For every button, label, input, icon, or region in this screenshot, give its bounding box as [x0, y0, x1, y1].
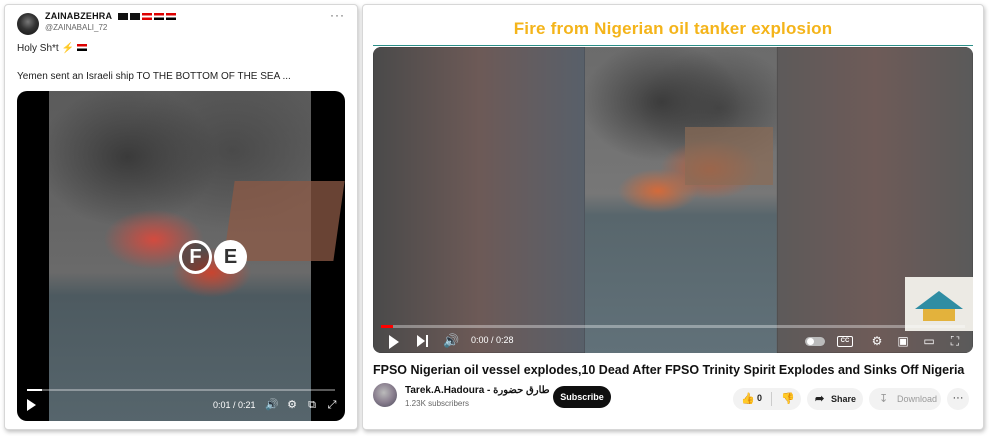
flag-icon [153, 13, 164, 21]
miniplayer-icon[interactable]: ▣ [895, 333, 911, 349]
divider [373, 45, 973, 46]
more-actions-icon[interactable]: ··· [947, 388, 969, 410]
download-icon: ↧ [879, 393, 889, 405]
user-handle[interactable]: @ZAINABALI_72 [45, 23, 107, 32]
share-label: Share [831, 394, 857, 404]
blurred-background-left [373, 47, 585, 353]
download-label: Download [897, 394, 938, 404]
settings-gear-icon[interactable]: ⚙ [869, 333, 885, 349]
channel-avatar[interactable] [373, 383, 397, 407]
channel-watermark-logo[interactable] [905, 277, 973, 331]
share-icon: ➦ [815, 393, 825, 405]
video-progress-bar[interactable] [381, 325, 965, 328]
subscribe-button[interactable]: Subscribe [553, 386, 611, 408]
fullscreen-icon[interactable]: ⤢ [325, 398, 339, 412]
fe-logo-e: E [214, 240, 247, 274]
theater-mode-icon[interactable]: ▭ [921, 333, 937, 349]
tweet-card: ZAINABZEHRA @ZAINABALI_72 ··· Holy Sh*t … [4, 4, 358, 430]
more-horizontal-icon[interactable]: ··· [330, 8, 345, 22]
play-icon[interactable] [27, 399, 36, 411]
flag-emojis [117, 13, 176, 21]
flag-icon [141, 13, 152, 21]
next-icon-bar [426, 335, 428, 347]
play-icon[interactable] [389, 335, 399, 349]
channel-name[interactable]: Tarek.A.Hadoura - طارق حضورة [405, 385, 550, 396]
video-time: 0:01 / 0:21 [213, 400, 256, 410]
burning-vessel [685, 127, 773, 185]
divider [771, 392, 772, 406]
video-time: 0:00 / 0:28 [471, 335, 514, 345]
overlay-title: Fire from Nigerian oil tanker explosion [513, 19, 833, 38]
tweet-text-line1: Holy Sh*t ⚡ [17, 43, 87, 54]
display-name[interactable]: ZAINABZEHRA [45, 11, 176, 21]
fe-logo-f: F [179, 240, 212, 274]
autoplay-toggle-icon[interactable] [805, 337, 825, 346]
video-frame [585, 47, 777, 353]
captions-icon[interactable]: CC [837, 336, 853, 347]
share-button[interactable]: ➦ Share [807, 388, 863, 410]
video-progress-fill [381, 325, 393, 328]
lightning-icon: ⚡ [61, 43, 74, 54]
thumbs-up-icon[interactable]: 👍 [741, 392, 755, 405]
video-progress-bar[interactable] [27, 389, 335, 391]
subscriber-count: 1.23K subscribers [405, 399, 470, 408]
download-button[interactable]: ↧ Download [869, 388, 941, 410]
fe-logo: F E [179, 237, 247, 277]
tweet-video-player[interactable]: F E 0:01 / 0:21 🔊 ⚙ ⧉ ⤢ [17, 91, 345, 421]
volume-icon[interactable]: 🔊 [265, 398, 279, 412]
user-avatar[interactable] [17, 13, 39, 35]
flag-icon [129, 13, 140, 21]
like-dislike-group: 👍 0 👎 [733, 388, 801, 410]
flag-icon [165, 13, 176, 21]
video-progress-fill [27, 389, 43, 391]
youtube-card: Fire from Nigerian oil tanker explosion … [362, 4, 984, 430]
fullscreen-icon[interactable]: ⛶ [947, 333, 963, 349]
volume-icon[interactable]: 🔊 [443, 333, 459, 349]
picture-in-picture-icon[interactable]: ⧉ [305, 398, 319, 412]
watermark-base-shape [923, 309, 955, 321]
flag-icon [117, 13, 128, 21]
flag-icon [76, 44, 87, 51]
youtube-video-player[interactable]: 🔊 0:00 / 0:28 CC ⚙ ▣ ▭ ⛶ [373, 47, 973, 353]
like-count: 0 [757, 393, 763, 403]
next-icon[interactable] [417, 335, 425, 347]
tweet-text-line2: Yemen sent an Israeli ship TO THE BOTTOM… [17, 71, 291, 82]
video-frame: F E [49, 91, 345, 421]
video-title: FPSO Nigerian oil vessel explodes,10 Dea… [373, 363, 965, 377]
settings-gear-icon[interactable]: ⚙ [285, 398, 299, 412]
video-controls: 0:01 / 0:21 🔊 ⚙ ⧉ ⤢ [17, 397, 345, 417]
thumbs-down-icon[interactable]: 👎 [781, 392, 795, 405]
watermark-roof-shape [915, 291, 963, 309]
video-controls: 🔊 0:00 / 0:28 CC ⚙ ▣ ▭ ⛶ [373, 333, 973, 351]
